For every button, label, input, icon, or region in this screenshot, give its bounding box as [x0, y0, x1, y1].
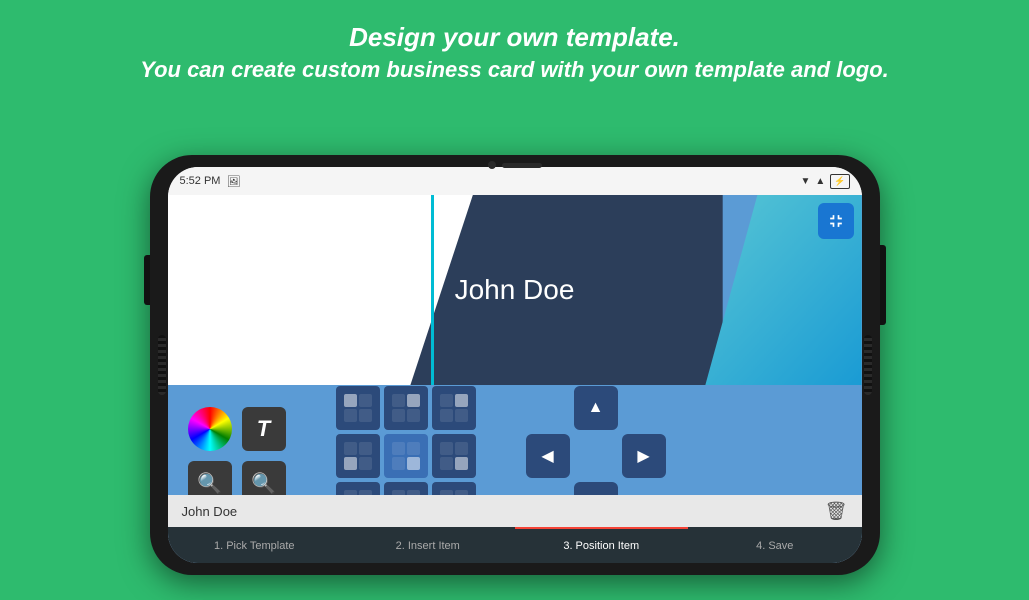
business-card: John Doe — [168, 195, 862, 385]
collapse-button[interactable] — [818, 203, 854, 239]
align-center[interactable] — [384, 434, 428, 478]
notification-icon: 🖼 — [226, 175, 240, 188]
arrow-right-button[interactable]: ▶ — [622, 434, 666, 478]
text-icon: T — [257, 416, 270, 442]
phone-top-bar — [488, 161, 542, 169]
left-tools: T 🔍 🔍 — [188, 407, 286, 505]
status-right: ▼ ▲ ⚡ — [800, 174, 849, 189]
tab-save[interactable]: 4. Save — [688, 527, 862, 563]
card-line-cyan — [431, 195, 434, 385]
tab-position-item-label: 3. Position Item — [563, 540, 639, 552]
tab-pick-template[interactable]: 1. Pick Template — [168, 527, 342, 563]
time-display: 5:52 PM — [180, 175, 221, 187]
speaker-left — [158, 335, 166, 395]
header-line2: You can create custom business card with… — [40, 57, 989, 83]
status-bar: 5:52 PM 🖼 ▼ ▲ ⚡ — [168, 167, 862, 195]
align-middle-right[interactable] — [432, 434, 476, 478]
battery-icon: ⚡ — [830, 174, 849, 189]
zoom-in-icon: 🔍 — [197, 471, 222, 496]
trash-button[interactable]: 🗑 — [825, 501, 848, 522]
tab-pick-template-label: 1. Pick Template — [214, 540, 295, 552]
phone-screen: 5:52 PM 🖼 ▼ ▲ ⚡ John Doe — [168, 167, 862, 563]
speaker-grill — [502, 163, 542, 168]
collapse-icon — [826, 211, 846, 231]
align-top-left[interactable] — [336, 386, 380, 430]
arrow-left-icon: ◀ — [541, 446, 553, 466]
item-name-label: John Doe — [182, 504, 238, 519]
nav-tabs: 1. Pick Template 2. Insert Item 3. Posit… — [168, 527, 862, 563]
info-bar: John Doe 🗑 — [168, 495, 862, 527]
arrow-left-button[interactable]: ◀ — [526, 434, 570, 478]
tab-insert-item[interactable]: 2. Insert Item — [341, 527, 515, 563]
color-wheel-button[interactable] — [188, 407, 232, 451]
empty-top-left — [526, 386, 570, 430]
empty-top-right — [622, 386, 666, 430]
header-text: Design your own template. You can create… — [0, 0, 1029, 99]
align-top-right[interactable] — [432, 386, 476, 430]
card-area: John Doe T — [168, 195, 862, 563]
tab-save-label: 4. Save — [756, 540, 793, 552]
align-top-center[interactable] — [384, 386, 428, 430]
zoom-out-icon: 🔍 — [251, 471, 276, 496]
wifi-icon: ▼ — [800, 176, 810, 187]
arrow-right-icon: ▶ — [637, 446, 649, 466]
header-line1: Design your own template. — [40, 22, 989, 53]
arrow-up-icon: ▲ — [588, 399, 604, 417]
signal-icon: ▲ — [815, 176, 825, 187]
speaker-right — [864, 335, 872, 395]
text-tool-button[interactable]: T — [242, 407, 286, 451]
arrow-up-button[interactable]: ▲ — [574, 386, 618, 430]
tab-position-item[interactable]: 3. Position Item — [515, 527, 689, 563]
front-camera — [488, 161, 496, 169]
phone-frame: 5:52 PM 🖼 ▼ ▲ ⚡ John Doe — [150, 155, 880, 575]
tool-row-top: T — [188, 407, 286, 451]
card-name: John Doe — [455, 274, 575, 306]
align-middle-left[interactable] — [336, 434, 380, 478]
status-left: 5:52 PM 🖼 — [180, 175, 241, 188]
empty-center — [574, 434, 618, 478]
tab-insert-item-label: 2. Insert Item — [396, 540, 460, 552]
